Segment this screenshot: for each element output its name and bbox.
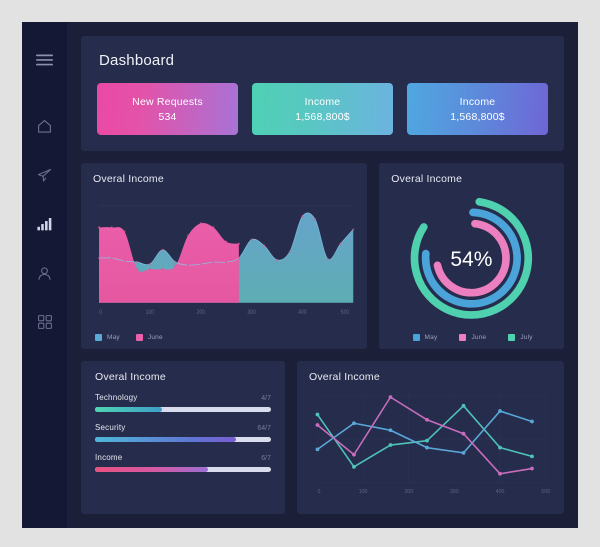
- progress-track[interactable]: [95, 467, 271, 473]
- stat-card-income-teal[interactable]: Income 1,568,800$: [252, 83, 393, 135]
- panel-title: Overal Income: [95, 371, 166, 384]
- legend-swatch: [508, 334, 516, 342]
- donut-chart-panel: Overal Income 54% May June July: [379, 163, 564, 350]
- legend-item-july: July: [508, 334, 533, 342]
- svg-text:400: 400: [298, 310, 306, 317]
- progress-count: 64/7: [257, 425, 271, 433]
- sidebar-item-apps[interactable]: [22, 304, 67, 340]
- svg-text:200: 200: [197, 310, 205, 317]
- legend-label: May: [424, 334, 438, 342]
- stat-card-income-blue[interactable]: Income 1,568,800$: [407, 83, 548, 135]
- svg-text:500: 500: [541, 489, 550, 495]
- home-icon: [37, 119, 52, 134]
- progress-track[interactable]: [95, 437, 271, 443]
- sidebar: [22, 22, 67, 528]
- legend-label: July: [520, 334, 533, 342]
- stat-card-value: 1,568,800$: [295, 110, 350, 123]
- legend-swatch: [95, 334, 102, 342]
- bar-chart-icon: [37, 217, 52, 231]
- progress-row-security: Security 64/7: [95, 423, 271, 443]
- grid-icon: [37, 315, 52, 329]
- stat-card-title: Income: [304, 95, 341, 108]
- charts-row-bottom: Overal Income Technology 4/7 Security 64…: [81, 361, 564, 528]
- legend-item-june: June: [459, 334, 487, 342]
- progress-track[interactable]: [95, 407, 271, 413]
- line-chart-panel: Overal Income 0 100 200 300 400 500: [296, 361, 564, 514]
- progress-row-technology: Technology 4/7: [95, 393, 271, 413]
- panel-title: Overal Income: [308, 371, 380, 384]
- legend-label: May: [107, 334, 120, 342]
- page-title: Dashboard: [99, 52, 175, 69]
- progress-fill: [95, 407, 162, 413]
- dashboard-frame: Dashboard New Requests 534 Income 1,568,…: [22, 22, 578, 528]
- area-chart-legend: May June: [93, 334, 355, 342]
- svg-text:400: 400: [496, 489, 505, 495]
- legend-label: June: [147, 334, 163, 342]
- progress-fill: [95, 437, 236, 443]
- donut-chart: 54%: [391, 191, 552, 330]
- svg-text:100: 100: [359, 489, 368, 495]
- svg-text:0: 0: [317, 489, 320, 495]
- send-icon: [37, 168, 52, 183]
- legend-label: June: [471, 334, 487, 342]
- donut-center-label: 54%: [451, 248, 493, 271]
- line-chart: 0 100 200 300 400 500: [309, 389, 552, 506]
- svg-text:300: 300: [247, 310, 255, 317]
- progress-panel: Overal Income Technology 4/7 Security 64…: [81, 361, 285, 514]
- progress-row-income: Income 6/7: [95, 453, 271, 473]
- sidebar-item-home[interactable]: [22, 108, 67, 144]
- header-panel: Dashboard New Requests 534 Income 1,568,…: [81, 36, 564, 151]
- progress-fill: [95, 467, 208, 473]
- svg-text:200: 200: [404, 489, 413, 495]
- svg-text:500: 500: [341, 310, 349, 317]
- progress-header: Security 64/7: [95, 423, 271, 432]
- user-icon: [37, 266, 52, 281]
- stat-card-value: 534: [158, 110, 177, 123]
- legend-item-may: May: [95, 334, 120, 342]
- donut-chart-legend: May June July: [391, 334, 552, 342]
- sidebar-item-menu[interactable]: [22, 42, 67, 78]
- panel-title: Overal Income: [93, 173, 164, 185]
- panel-title: Overal Income: [391, 173, 463, 185]
- legend-item-may: May: [412, 334, 438, 342]
- progress-label: Technology: [95, 393, 138, 403]
- progress-label: Security: [95, 423, 126, 433]
- progress-count: 4/7: [261, 395, 271, 403]
- legend-swatch: [412, 334, 420, 342]
- stat-card-group: New Requests 534 Income 1,568,800$ Incom…: [97, 83, 548, 135]
- area-chart: 0 100 200 300 400 500: [93, 191, 355, 330]
- sidebar-item-analytics[interactable]: [22, 206, 67, 242]
- sidebar-item-profile[interactable]: [22, 255, 67, 291]
- progress-header: Income 6/7: [95, 453, 271, 462]
- charts-row-top: Overal Income 0 100 200 300 400 500 May June: [81, 163, 564, 350]
- stat-card-title: New Requests: [132, 95, 203, 108]
- stat-card-new-requests[interactable]: New Requests 534: [97, 83, 238, 135]
- legend-swatch: [135, 334, 143, 342]
- svg-text:100: 100: [146, 310, 154, 317]
- legend-item-june: June: [135, 334, 163, 342]
- progress-label: Income: [95, 453, 123, 463]
- menu-icon: [36, 54, 53, 66]
- svg-text:300: 300: [450, 489, 459, 495]
- stat-card-value: 1,568,800$: [450, 110, 505, 123]
- sidebar-item-messages[interactable]: [22, 157, 67, 193]
- area-chart-panel: Overal Income 0 100 200 300 400 500 May June: [81, 163, 368, 350]
- svg-text:0: 0: [99, 310, 102, 317]
- legend-swatch: [459, 334, 467, 342]
- main-content: Dashboard New Requests 534 Income 1,568,…: [67, 22, 578, 528]
- progress-header: Technology 4/7: [95, 393, 271, 402]
- progress-count: 6/7: [261, 455, 271, 463]
- stat-card-title: Income: [459, 95, 496, 108]
